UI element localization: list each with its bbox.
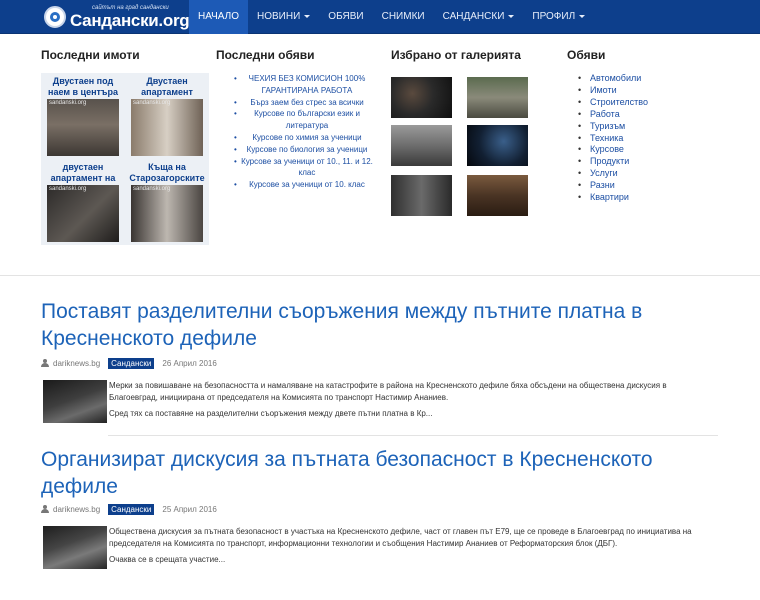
nav-item-home[interactable]: НАЧАЛО bbox=[189, 0, 249, 34]
gallery-photo[interactable] bbox=[391, 125, 452, 166]
gallery-photo[interactable] bbox=[467, 77, 528, 118]
gallery-photo[interactable] bbox=[391, 77, 452, 118]
article-title[interactable]: Организират дискусия за пътната безопасн… bbox=[41, 446, 718, 500]
category-link[interactable]: Курсове bbox=[578, 144, 648, 156]
ads-categories-heading: Обяви bbox=[567, 48, 606, 62]
category-link[interactable]: Автомобили bbox=[578, 73, 648, 85]
property-photo[interactable]: sandanski.org bbox=[47, 185, 119, 242]
section-divider bbox=[0, 275, 760, 276]
latest-properties-section: Последни имоти bbox=[41, 48, 140, 72]
gallery-photo[interactable] bbox=[391, 175, 452, 216]
article-author: dariknews.bg bbox=[53, 504, 101, 514]
article-divider bbox=[108, 435, 718, 436]
watermark: sandanski.org bbox=[133, 186, 171, 192]
property-card[interactable]: двустаен апартамент на sandanski.org bbox=[41, 159, 125, 245]
category-link[interactable]: Работа bbox=[578, 109, 648, 121]
ad-link[interactable]: Курсове по химия за ученици bbox=[228, 132, 378, 144]
article-meta: dariknews.bg Сандански 26 Април 2016 bbox=[41, 356, 718, 370]
watermark: sandanski.org bbox=[49, 100, 87, 106]
top-navbar: сайтът на град сандански Сандански.org Н… bbox=[0, 0, 760, 34]
property-photo[interactable]: sandanski.org bbox=[131, 99, 203, 156]
nav-item-profile[interactable]: ПРОФИЛ bbox=[523, 0, 594, 34]
site-logo[interactable]: сайтът на град сандански Сандански.org bbox=[44, 5, 190, 30]
category-link[interactable]: Продукти bbox=[578, 156, 648, 168]
article-thumbnail[interactable] bbox=[43, 380, 107, 423]
excerpt-paragraph: Мерки за повишаване на безопасността и н… bbox=[109, 381, 667, 402]
article-date: 26 Април 2016 bbox=[162, 358, 217, 368]
gallery-section: Избрано от галерията bbox=[391, 48, 521, 72]
property-title[interactable]: Двустаен апартамент bbox=[125, 73, 209, 97]
article-excerpt: Мерки за повишаване на безопасността и н… bbox=[109, 380, 717, 420]
user-icon bbox=[41, 505, 49, 513]
category-link[interactable]: Техника bbox=[578, 133, 648, 145]
gallery-photo[interactable] bbox=[467, 175, 528, 216]
gallery-heading: Избрано от галерията bbox=[391, 48, 521, 62]
nav-item-sandanski[interactable]: САНДАНСКИ bbox=[434, 0, 524, 34]
category-badge[interactable]: Сандански bbox=[108, 357, 155, 369]
property-card[interactable]: Двустаен под наем в центъра sandanski.or… bbox=[41, 73, 125, 159]
logo-name: Сандански.org bbox=[70, 11, 190, 30]
excerpt-paragraph: Обществена дискусия за пътната безопасно… bbox=[109, 527, 692, 548]
latest-ads-list: ЧЕХИЯ БЕЗ КОМИСИОН 100% ГАРАНТИРАНА РАБО… bbox=[228, 73, 378, 191]
ads-categories-list: Автомобили Имоти Строителство Работа Тур… bbox=[578, 73, 648, 204]
ad-link[interactable]: Курсове за ученици от 10., 11. и 12. кла… bbox=[228, 156, 378, 180]
property-photo[interactable]: sandanski.org bbox=[131, 185, 203, 242]
ad-link[interactable]: Курсове за ученици от 10. клас bbox=[228, 179, 378, 191]
property-card[interactable]: Двустаен апартамент sandanski.org bbox=[125, 73, 209, 159]
property-title[interactable]: Двустаен под наем в центъра bbox=[41, 73, 125, 97]
category-link[interactable]: Разни bbox=[578, 180, 648, 192]
news-article: Организират дискусия за пътната безопасн… bbox=[41, 446, 718, 576]
article-meta: dariknews.bg Сандански 25 Април 2016 bbox=[41, 502, 718, 516]
gallery-photo[interactable] bbox=[467, 125, 528, 166]
latest-ads-section: Последни обяви bbox=[216, 48, 315, 72]
category-link[interactable]: Строителство bbox=[578, 97, 648, 109]
latest-ads-heading: Последни обяви bbox=[216, 48, 315, 62]
category-badge[interactable]: Сандански bbox=[108, 503, 155, 515]
ad-link[interactable]: Курсове по биология за ученици bbox=[228, 144, 378, 156]
watermark: sandanski.org bbox=[133, 100, 171, 106]
property-title[interactable]: Къща на Старозагорските bbox=[125, 159, 209, 183]
ad-link[interactable]: ЧЕХИЯ БЕЗ КОМИСИОН 100% ГАРАНТИРАНА РАБО… bbox=[228, 73, 378, 97]
nav-item-news[interactable]: НОВИНИ bbox=[248, 0, 319, 34]
watermark: sandanski.org bbox=[49, 186, 87, 192]
category-link[interactable]: Имоти bbox=[578, 85, 648, 97]
news-article: Поставят разделителни съоръжения между п… bbox=[41, 298, 718, 430]
caret-down-icon bbox=[508, 14, 515, 18]
logo-emblem-icon bbox=[44, 6, 66, 28]
nav-item-ads[interactable]: ОБЯВИ bbox=[319, 0, 372, 34]
main-nav: НАЧАЛО НОВИНИ ОБЯВИ СНИМКИ САНДАНСКИ ПРО… bbox=[189, 0, 594, 34]
ad-link[interactable]: Курсове по български език и литература bbox=[228, 108, 378, 132]
excerpt-paragraph: Сред тях са поставяне на разделителни съ… bbox=[109, 409, 433, 418]
article-date: 25 Април 2016 bbox=[162, 504, 217, 514]
article-thumbnail[interactable] bbox=[43, 526, 107, 569]
latest-properties-heading: Последни имоти bbox=[41, 48, 140, 62]
caret-down-icon bbox=[304, 14, 311, 18]
article-author: dariknews.bg bbox=[53, 358, 101, 368]
category-link[interactable]: Квартири bbox=[578, 192, 648, 204]
property-card[interactable]: Къща на Старозагорските sandanski.org bbox=[125, 159, 209, 245]
nav-item-photos[interactable]: СНИМКИ bbox=[373, 0, 434, 34]
user-icon bbox=[41, 359, 49, 367]
article-excerpt: Обществена дискусия за пътната безопасно… bbox=[109, 526, 717, 566]
category-link[interactable]: Услуги bbox=[578, 168, 648, 180]
property-title[interactable]: двустаен апартамент на bbox=[41, 159, 125, 183]
excerpt-paragraph: Очаква се в срещата участие... bbox=[109, 555, 226, 564]
article-title[interactable]: Поставят разделителни съоръжения между п… bbox=[41, 298, 718, 352]
ads-categories-section: Обяви bbox=[567, 48, 605, 72]
ad-link[interactable]: Бърз заем без стрес за всички bbox=[228, 97, 378, 109]
caret-down-icon bbox=[579, 14, 586, 18]
category-link[interactable]: Туризъм bbox=[578, 121, 648, 133]
property-photo[interactable]: sandanski.org bbox=[47, 99, 119, 156]
